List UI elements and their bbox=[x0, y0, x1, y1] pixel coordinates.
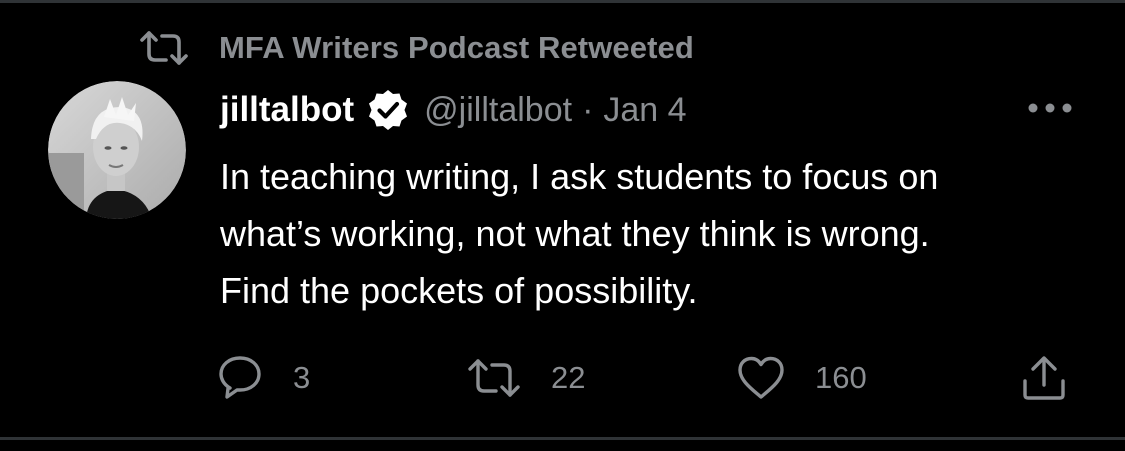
heart-icon bbox=[738, 356, 784, 399]
author-handle[interactable]: @jilltalbot bbox=[424, 91, 572, 130]
like-button[interactable]: 160 bbox=[737, 350, 867, 406]
bottom-divider bbox=[0, 437, 1125, 440]
top-divider bbox=[0, 0, 1125, 3]
verified-badge-icon[interactable] bbox=[366, 88, 410, 132]
more-options-button[interactable] bbox=[1022, 94, 1078, 122]
share-button[interactable] bbox=[1020, 350, 1068, 406]
author-display-name[interactable]: jilltalbot bbox=[220, 90, 354, 130]
tweet-header: jilltalbot @jilltalbot · Jan 4 bbox=[220, 84, 687, 136]
reply-button[interactable]: 3 bbox=[217, 350, 310, 406]
tweet-text-line: Find the pockets of possibility. bbox=[220, 270, 698, 311]
tweet-text-line: what’s working, not what they think is w… bbox=[220, 213, 930, 254]
share-icon bbox=[1023, 356, 1065, 400]
reply-icon bbox=[219, 356, 261, 399]
retweet-count: 22 bbox=[551, 360, 586, 395]
like-count: 160 bbox=[815, 360, 867, 395]
retweet-icon bbox=[468, 359, 520, 397]
header-separator: · bbox=[582, 90, 594, 129]
more-horizontal-icon bbox=[1028, 103, 1072, 113]
retweet-icon bbox=[140, 31, 188, 65]
tweet-date[interactable]: Jan 4 bbox=[603, 91, 686, 130]
retweet-context[interactable]: MFA Writers Podcast Retweeted bbox=[140, 28, 694, 68]
author-avatar[interactable] bbox=[48, 81, 186, 219]
reply-count: 3 bbox=[293, 360, 311, 395]
retweet-button[interactable]: 22 bbox=[467, 350, 585, 406]
tweet-actions: 3 22 160 bbox=[0, 350, 1125, 406]
retweet-context-text: MFA Writers Podcast Retweeted bbox=[219, 30, 694, 65]
tweet-text: In teaching writing, I ask students to f… bbox=[220, 148, 1100, 319]
tweet-text-line: In teaching writing, I ask students to f… bbox=[220, 156, 939, 197]
